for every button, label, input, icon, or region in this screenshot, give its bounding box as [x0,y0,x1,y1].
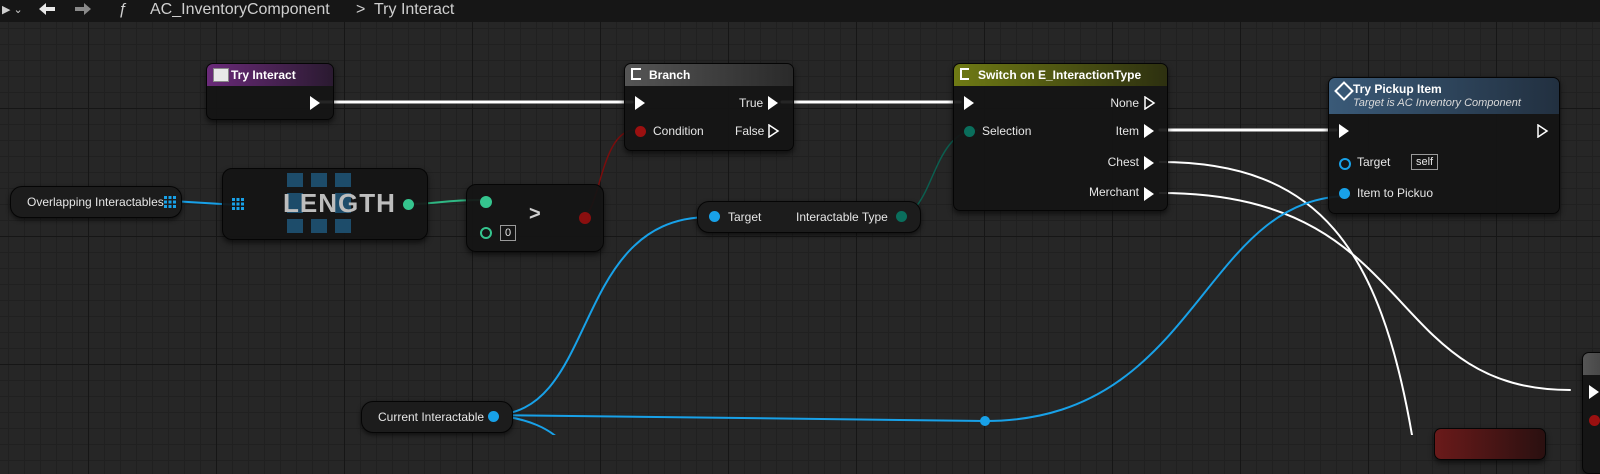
case-item-label: Item [1115,124,1139,138]
greater-op: > [529,203,541,225]
condition-pin[interactable] [635,126,646,137]
target-value[interactable]: self [1411,154,1439,170]
exec-in-pin[interactable] [635,96,645,110]
target-label: Target [728,210,762,224]
int-out-pin[interactable] [403,199,414,210]
array-pin[interactable] [164,196,176,208]
interactable-type-label: Interactable Type [796,210,888,224]
greater-node[interactable]: 0 > [466,184,604,252]
offscreen-node[interactable] [1582,352,1600,474]
bool-out-pin[interactable] [579,212,591,224]
branch-node[interactable]: Branch True Condition False [624,63,794,151]
b-pin[interactable] [480,227,492,239]
target-pin[interactable] [709,211,720,222]
exec-in-pin[interactable] [1339,124,1349,138]
case-merchant-pin[interactable] [1144,187,1154,201]
current-interactable-node[interactable]: Current Interactable [361,401,513,433]
true-exec-pin[interactable] [768,96,778,110]
node-title: Try Pickup Item [1353,82,1442,96]
length-node[interactable]: LENGTH [222,168,428,240]
node-header: Try Pickup Item Target is AC Inventory C… [1329,78,1559,114]
case-none-label: None [1110,96,1139,110]
exec-in-pin[interactable] [1589,385,1599,399]
case-merchant-label: Merchant [1088,185,1139,199]
false-label: False [735,124,765,138]
case-chest-pin[interactable] [1144,156,1154,170]
node-subtitle: Target is AC Inventory Component [1353,97,1521,109]
node-title: Switch on E_InteractionType [978,68,1142,82]
target-label: Target [1357,155,1391,169]
selection-pin[interactable] [964,126,975,137]
false-exec-pin[interactable] [768,124,780,138]
node-header [1583,353,1600,375]
item-to-pickup-pin[interactable] [1339,188,1350,199]
b-value[interactable]: 0 [500,225,517,241]
node-header: Branch [625,64,793,86]
try-interact-node[interactable]: Try Interact [206,63,334,120]
target-pin[interactable] [1339,158,1351,170]
exec-wire [1159,192,1571,391]
reroute-knot [980,416,990,426]
branch-icon [631,68,641,80]
exec-out-pin[interactable] [1537,124,1549,138]
get-interactable-type-node[interactable]: Target Interactable Type [697,201,921,233]
exec-out-pin[interactable] [310,96,320,110]
array-in-pin[interactable] [232,198,244,210]
object-out-pin[interactable] [488,411,499,422]
variable-label: Overlapping Interactables [27,195,164,209]
condition-pin[interactable] [1589,415,1600,426]
switch-node[interactable]: Switch on E_InteractionType Selection No… [953,63,1168,211]
variable-label: Current Interactable [378,410,485,424]
function-call-icon [1334,81,1354,101]
overlapping-interactables-node[interactable]: Overlapping Interactables [10,186,182,218]
node-title: Branch [649,68,691,82]
interactable-type-pin[interactable] [896,211,907,222]
true-label: True [739,96,764,110]
exec-in-pin[interactable] [964,96,974,110]
function-entry-icon [213,68,229,82]
case-item-pin[interactable] [1144,124,1154,138]
switch-icon [960,68,969,80]
item-to-pickup-label: Item to Pickuo [1357,186,1434,200]
selection-label: Selection [982,124,1032,138]
case-none-pin[interactable] [1144,96,1156,110]
offscreen-node[interactable] [1434,428,1546,460]
condition-label: Condition [653,124,704,138]
node-title: Try Interact [231,68,296,82]
length-label: LENGTH [283,188,396,218]
object-wire [491,195,1351,423]
node-header: Switch on E_InteractionType [954,64,1167,86]
case-chest-label: Chest [1107,155,1139,169]
node-header: Try Interact [207,64,333,86]
a-pin[interactable] [480,196,492,208]
try-pickup-item-node[interactable]: Try Pickup Item Target is AC Inventory C… [1328,77,1560,214]
